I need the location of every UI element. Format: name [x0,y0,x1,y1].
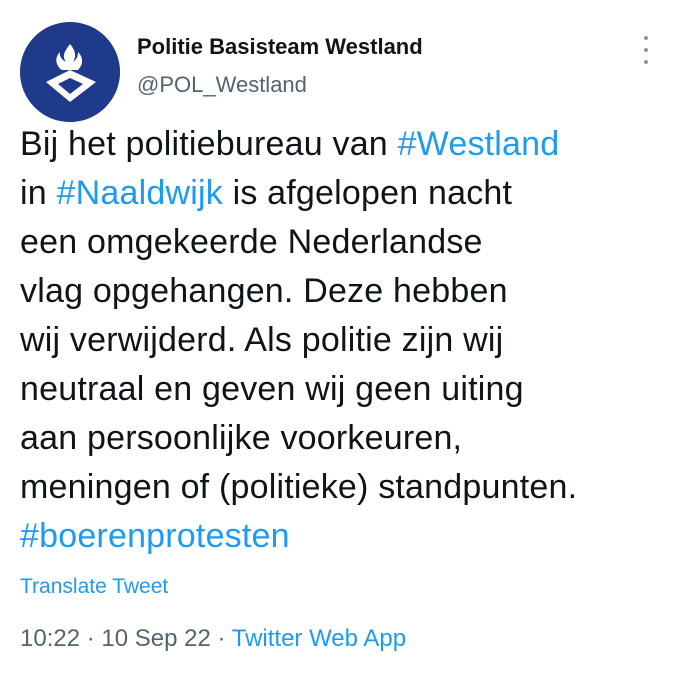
tweet-text-segment: is afgelopen nacht [222,174,513,212]
tweet-text-line: een omgekeerde Nederlandse [20,218,665,267]
tweet-text-line: neutraal en geven wij geen uiting [20,365,665,414]
tweet-source[interactable]: Twitter Web App [232,625,406,652]
tweet-text-line: aan persoonlijke voorkeuren, [20,414,665,463]
tweet-text-segment: een omgekeerde Nederlandse [20,223,483,261]
tweet-text-segment: meningen of (politieke) standpunten. [20,468,578,506]
tweet-text: Bij het politiebureau van #Westland in #N… [20,120,665,561]
tweet-text-line: Bij het politiebureau van #Westland [20,120,665,169]
meta-separator: · [210,625,232,652]
author-handle[interactable]: @POL_Westland [137,72,307,98]
tweet-card: Politie Basisteam Westland @POL_Westland… [0,0,680,677]
hashtag-link[interactable]: #Naaldwijk [57,174,223,212]
more-dot [644,48,648,52]
more-dot [644,60,648,64]
tweet-text-line: in #Naaldwijk is afgelopen nacht [20,169,665,218]
tweet-meta: 10:22 · 10 Sep 22 · Twitter Web App [20,625,406,653]
police-badge-icon [20,22,120,122]
more-icon[interactable] [636,36,656,64]
tweet-text-segment: vlag opgehangen. Deze hebben [20,272,508,310]
tweet-text-segment: Bij het politiebureau van [20,125,398,163]
tweet-text-segment: wij verwijderd. Als politie zijn wij [20,321,504,359]
tweet-text-line: wij verwijderd. Als politie zijn wij [20,316,665,365]
tweet-text-line: vlag opgehangen. Deze hebben [20,267,665,316]
more-dot [644,36,648,40]
tweet-time[interactable]: 10:22 [20,625,80,652]
tweet-text-line: #boerenprotesten [20,512,665,561]
tweet-text-segment: neutraal en geven wij geen uiting [20,370,524,408]
avatar[interactable] [20,22,120,122]
author-display-name[interactable]: Politie Basisteam Westland [137,34,423,60]
translate-tweet-link[interactable]: Translate Tweet [20,575,168,599]
tweet-text-segment: in [20,174,57,212]
hashtag-link[interactable]: #boerenprotesten [20,517,290,555]
meta-separator: · [80,625,102,652]
hashtag-link[interactable]: #Westland [398,125,560,163]
tweet-text-segment: aan persoonlijke voorkeuren, [20,419,463,457]
tweet-date[interactable]: 10 Sep 22 [101,625,210,652]
tweet-text-line: meningen of (politieke) standpunten. [20,463,665,512]
